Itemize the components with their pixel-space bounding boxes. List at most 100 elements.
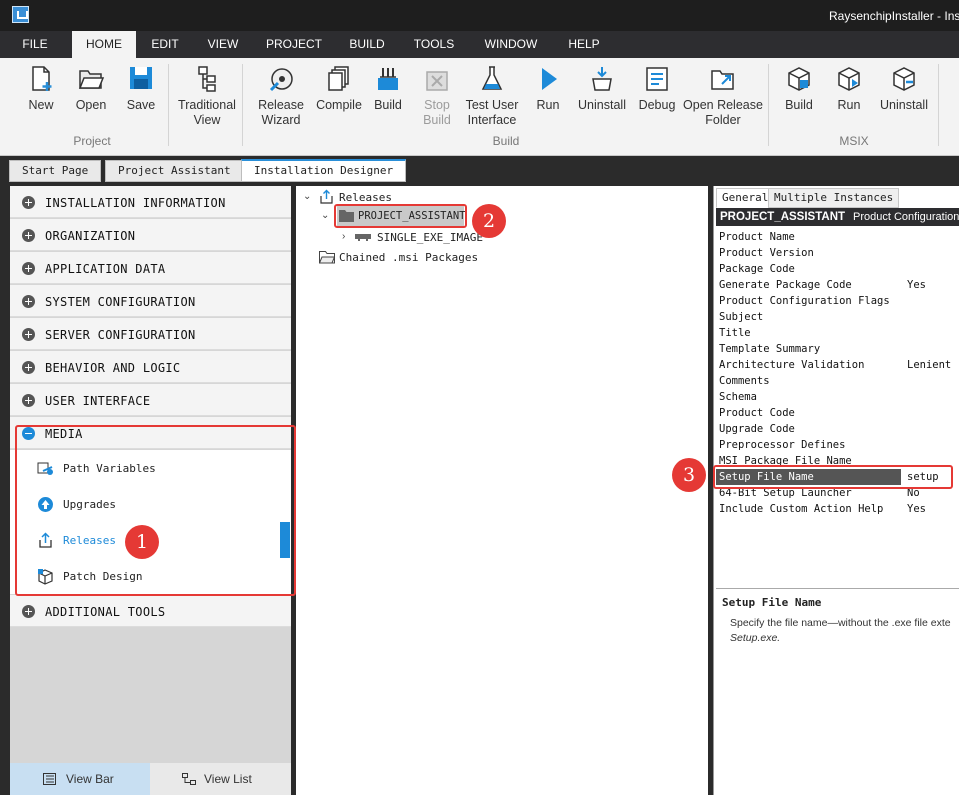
view-list-button[interactable]: View List <box>150 763 291 795</box>
new-button[interactable]: New <box>22 64 60 113</box>
uninstall-button[interactable]: Uninstall <box>575 64 629 113</box>
debug-button[interactable]: Debug <box>636 64 678 113</box>
property-row[interactable]: Product Configuration Flags <box>716 293 959 309</box>
property-name: Upgrade Code <box>719 423 795 435</box>
expand-icon <box>22 229 35 242</box>
menu-edit[interactable]: EDIT <box>141 31 189 58</box>
menu-view[interactable]: VIEW <box>198 31 248 58</box>
properties-pane: General Multiple Instances PROJECT_ASSIS… <box>713 186 959 795</box>
build-button[interactable]: Build <box>369 64 407 113</box>
msix-uninstall-button[interactable]: Uninstall <box>876 64 932 113</box>
property-name: Product Code <box>719 407 795 419</box>
property-row[interactable]: Title <box>716 325 959 341</box>
tree-node-single-exe-image[interactable]: SINGLE_EXE_IMAGE <box>377 231 483 244</box>
sidebar-category-behavior-and-logic[interactable]: BEHAVIOR AND LOGIC <box>10 351 291 383</box>
tree-node-chained-msi-packages[interactable]: Chained .msi Packages <box>339 251 478 264</box>
property-header: PROJECT_ASSISTANT Product Configuration <box>716 208 959 226</box>
expand-arrow-icon[interactable]: › <box>342 231 345 242</box>
debug-icon <box>646 67 668 91</box>
property-value[interactable]: Yes <box>907 277 926 293</box>
collapse-arrow-icon[interactable]: ⌄ <box>321 210 329 221</box>
property-row[interactable]: Architecture Validation Lenient <box>716 357 959 373</box>
expand-icon <box>22 328 35 341</box>
property-row[interactable]: Product Version <box>716 245 959 261</box>
tree-list-icon <box>182 773 196 785</box>
list-icon <box>43 773 56 785</box>
msix-run-button[interactable]: Run <box>830 64 868 113</box>
open-release-folder-button[interactable]: Open Release Folder <box>681 64 765 128</box>
property-row[interactable]: Include Custom Action Help Yes <box>716 501 959 517</box>
title-bar: RaysenchipInstaller - Inst <box>0 0 959 31</box>
build-icon <box>378 68 398 90</box>
ribbon-separator <box>938 64 939 146</box>
tab-project-assistant[interactable]: Project Assistant <box>105 160 244 182</box>
msix-build-button[interactable]: Build <box>779 64 819 113</box>
property-row[interactable]: Subject <box>716 309 959 325</box>
property-row[interactable]: Preprocessor Defines <box>716 437 959 453</box>
annotation-badge-2: 2 <box>472 204 506 238</box>
property-name: Title <box>719 327 751 339</box>
menu-tools[interactable]: TOOLS <box>405 31 463 58</box>
stop-build-button[interactable]: Stop Build <box>417 64 457 128</box>
tree-view-icon <box>198 66 216 92</box>
property-row[interactable]: Upgrade Code <box>716 421 959 437</box>
test-ui-button[interactable]: Test User Interface <box>463 64 521 128</box>
open-folder-icon <box>711 70 734 90</box>
property-name: Schema <box>719 391 757 403</box>
property-row[interactable]: Product Code <box>716 405 959 421</box>
menu-project[interactable]: PROJECT <box>259 31 329 58</box>
sidebar-category-server-configuration[interactable]: SERVER CONFIGURATION <box>10 318 291 350</box>
tab-start-page[interactable]: Start Page <box>9 160 102 182</box>
compile-button[interactable]: Compile <box>313 64 365 113</box>
property-name: Architecture Validation <box>719 359 865 371</box>
annotation-box-project <box>334 204 467 228</box>
property-row[interactable]: Product Name <box>716 229 959 245</box>
menu-help[interactable]: HELP <box>560 31 608 58</box>
traditional-view-button[interactable]: Traditional View <box>173 64 241 128</box>
property-row[interactable]: Generate Package Code Yes <box>716 277 959 293</box>
play-icon <box>542 68 557 90</box>
tab-general[interactable]: General <box>716 188 775 208</box>
open-button[interactable]: Open <box>71 64 111 113</box>
sidebar-category-organization[interactable]: ORGANIZATION <box>10 219 291 251</box>
stop-build-icon <box>426 71 448 91</box>
property-name: Product Configuration Flags <box>719 295 890 307</box>
menu-bar: FILE HOME EDIT VIEW PROJECT BUILD TOOLS … <box>0 31 959 58</box>
property-value[interactable]: Lenient <box>907 357 951 373</box>
sidebar-category-application-data[interactable]: APPLICATION DATA <box>10 252 291 284</box>
property-name: Include Custom Action Help <box>719 503 884 515</box>
run-button[interactable]: Run <box>530 64 566 113</box>
tab-multiple-instances[interactable]: Multiple Instances <box>768 188 900 208</box>
ribbon-separator <box>242 64 243 146</box>
sidebar-category-system-configuration[interactable]: SYSTEM CONFIGURATION <box>10 285 291 317</box>
property-row[interactable]: Schema <box>716 389 959 405</box>
new-file-icon <box>32 66 52 91</box>
property-name: Preprocessor Defines <box>719 439 846 451</box>
sidebar-category-additional-tools[interactable]: ADDITIONAL TOOLS <box>10 595 291 627</box>
property-row[interactable]: Package Code <box>716 261 959 277</box>
view-bar-button[interactable]: View Bar <box>10 763 150 795</box>
tree-node-releases[interactable]: Releases <box>339 191 392 204</box>
sidebar-category-user-interface[interactable]: USER INTERFACE <box>10 384 291 416</box>
ribbon: New Open Save Traditional View Release W… <box>0 58 959 156</box>
menu-build[interactable]: BUILD <box>340 31 394 58</box>
menu-window[interactable]: WINDOW <box>474 31 548 58</box>
property-value[interactable]: Yes <box>907 501 926 517</box>
property-row[interactable]: Template Summary <box>716 341 959 357</box>
menu-file[interactable]: FILE <box>12 31 58 58</box>
release-wizard-button[interactable]: Release Wizard <box>255 64 307 128</box>
save-button[interactable]: Save <box>122 64 160 113</box>
expand-icon <box>22 361 35 374</box>
property-row[interactable]: Comments <box>716 373 959 389</box>
release-wizard-icon <box>269 68 293 92</box>
tab-installation-designer[interactable]: Installation Designer <box>241 159 407 182</box>
property-name: Subject <box>719 311 764 323</box>
save-disk-icon <box>130 67 152 89</box>
property-name: Product Version <box>719 247 814 259</box>
folder-icon <box>78 70 105 89</box>
app-icon <box>12 6 29 23</box>
sidebar-category-installation-information[interactable]: INSTALLATION INFORMATION <box>10 186 291 218</box>
menu-home[interactable]: HOME <box>72 31 136 58</box>
collapse-arrow-icon[interactable]: ⌄ <box>303 191 311 202</box>
annotation-box-setup-file-name <box>713 465 953 489</box>
